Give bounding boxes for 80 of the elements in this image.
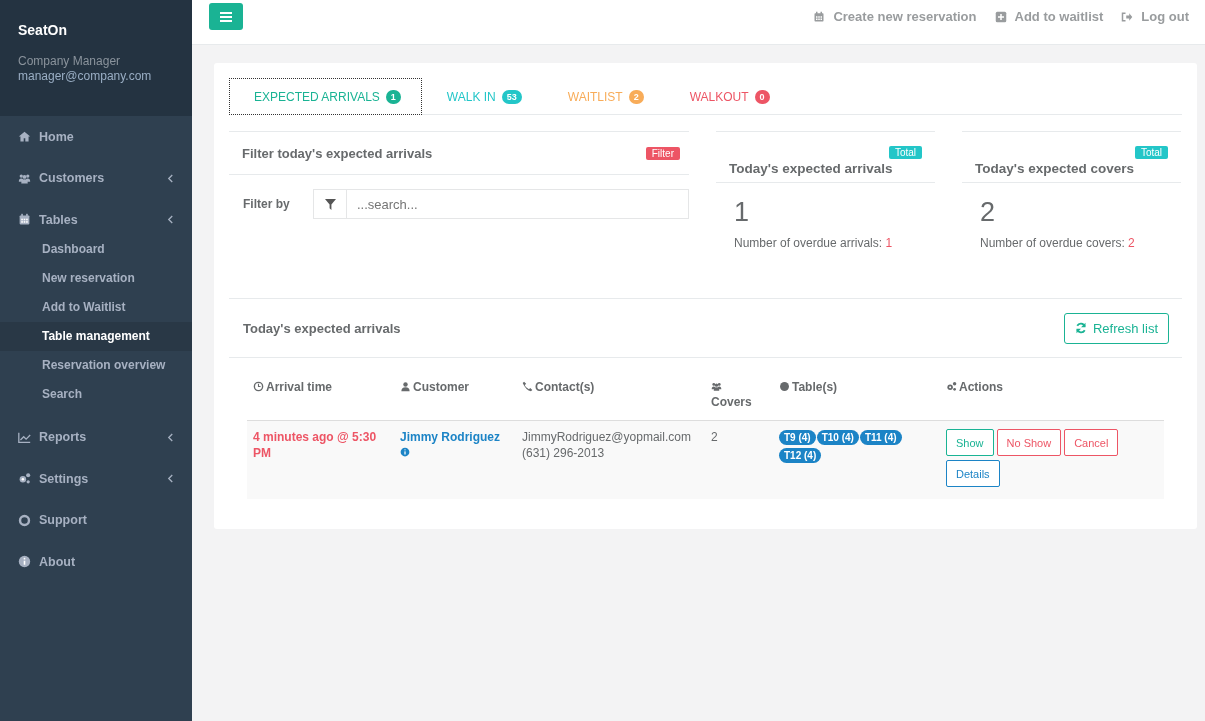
lifebuoy-icon (18, 513, 31, 527)
column-header: Arrival time (253, 380, 333, 395)
nav-subitem[interactable]: New reservation (0, 263, 192, 293)
refresh-button[interactable]: Refresh list (1063, 312, 1169, 344)
stat-note: Number of overdue arrivals: 1 (733, 236, 894, 250)
count-badge: 53 (501, 89, 522, 104)
nav-item[interactable]: Settings (0, 458, 192, 500)
nav-item[interactable]: Reports (0, 416, 192, 458)
stat-title: Today's expected arrivals (729, 161, 893, 176)
circle-icon (779, 381, 790, 392)
clock-icon (253, 381, 264, 392)
stat-value: 2 (979, 196, 997, 229)
column-header: Actions (946, 380, 1003, 395)
nav-subitem[interactable]: Table management (0, 321, 192, 351)
logout-icon (1121, 10, 1134, 23)
home-icon (18, 130, 31, 144)
nav-subitem[interactable]: Reservation overview (0, 350, 192, 380)
stat-note: Number of overdue covers: 2 (979, 236, 1136, 250)
count-badge: 2 (628, 89, 644, 104)
line-chart-icon (18, 430, 31, 444)
user-role: Company Manager (18, 54, 122, 69)
info-icon (18, 555, 31, 569)
tab[interactable]: WALKOUT 0 (664, 78, 791, 115)
caret-icon (167, 432, 174, 442)
table-badge: T10 (4) (816, 430, 859, 445)
refresh-icon (1074, 322, 1087, 334)
users-icon (711, 381, 722, 392)
filter-icon (324, 198, 336, 210)
info-icon (400, 447, 410, 457)
top-link[interactable]: Add to waitlist (994, 9, 1104, 24)
calendar-icon (813, 10, 826, 23)
column-header: Contact(s) (522, 380, 595, 395)
table-badge: T11 (4) (859, 430, 902, 445)
nav-item[interactable]: Support (0, 499, 192, 541)
count-badge: 1 (385, 89, 401, 104)
table-badge: T12 (4) (779, 448, 822, 463)
count-badge: 0 (754, 89, 770, 104)
panel-title: Filter today's expected arrivals (242, 145, 433, 161)
caret-icon (167, 215, 174, 225)
phone-icon (522, 381, 533, 392)
brand-name: SeatOn (18, 22, 68, 38)
top-link[interactable]: Log out (1121, 9, 1189, 24)
action-button[interactable]: No Show (996, 429, 1062, 456)
menu-icon (220, 11, 232, 22)
nav-subitem[interactable]: Add to Waitlist (0, 292, 192, 322)
field-label: Filter by (243, 197, 291, 211)
column-header: Customer (400, 380, 469, 395)
user-email: manager@company.com (18, 69, 153, 84)
search-field[interactable]: ...search... (346, 189, 689, 219)
stat-title: Today's expected covers (975, 161, 1135, 176)
tab[interactable]: EXPECTED ARRIVALS 1 (229, 78, 422, 115)
customer-link[interactable]: Jimmy Rodriguez (400, 430, 501, 444)
column-header: Covers (711, 380, 752, 410)
arrival-time: 4 minutes ago @ 5:30 PM (253, 430, 377, 460)
contact-phone: (631) 296-2013 (522, 446, 605, 460)
menu-button[interactable] (209, 3, 243, 30)
action-button[interactable]: Details (946, 460, 1000, 487)
total-label: Total (888, 146, 922, 159)
user-icon (400, 381, 411, 392)
gears-icon (946, 381, 957, 392)
action-button[interactable]: Cancel (1064, 429, 1119, 456)
list-title: Today's expected arrivals (243, 320, 401, 336)
contact-email: JimmyRodriguez@yopmail.com (522, 430, 691, 444)
caret-icon (167, 173, 174, 183)
top-link[interactable]: Create new reservation (813, 9, 977, 24)
filter-label: Filter (645, 146, 680, 160)
nav-item[interactable]: About (0, 541, 192, 583)
nav-item[interactable]: Customers (0, 157, 192, 199)
stat-value: 1 (733, 196, 751, 229)
gears-icon (18, 472, 31, 486)
table-badge: T9 (4) (779, 430, 816, 445)
plus-square-icon (994, 10, 1007, 23)
calendar-icon (18, 213, 31, 227)
covers-count: 2 (711, 430, 718, 444)
total-label: Total (1134, 146, 1168, 159)
action-button[interactable]: Show (946, 429, 994, 456)
nav-item[interactable]: Home (0, 116, 192, 158)
nav-subitem[interactable]: Search (0, 379, 192, 409)
column-header: Table(s) (779, 380, 838, 395)
caret-icon (167, 474, 174, 484)
